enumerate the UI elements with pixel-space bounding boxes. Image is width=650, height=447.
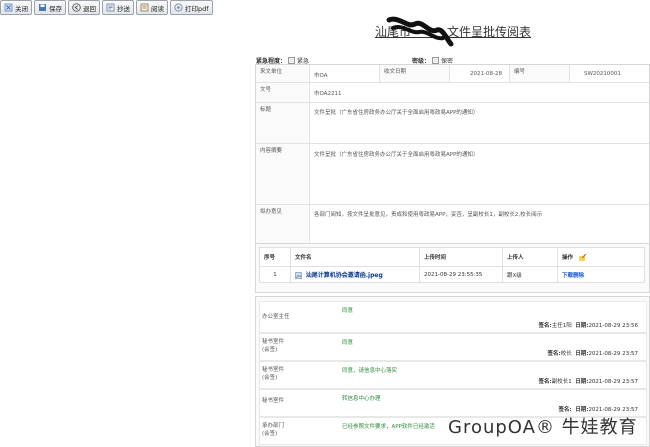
summary-value[interactable]: 文件呈批（广东省住房政务办公厅关于全面启用粤政易APP的通知） — [310, 144, 649, 204]
opinion-row: 秘书室件 (会签) 同意 签名:校长 日期:2021-08-29 23:57 — [259, 333, 647, 361]
form-row-summary: 内容摘要 文件呈批（广东省住房政务办公厅关于全面启用粤政易APP的通知） — [256, 144, 649, 205]
sign-label: 签名: — [538, 323, 552, 329]
save-button-label: 保存 — [49, 4, 62, 13]
save-button[interactable]: 保存 — [34, 0, 66, 15]
date-label: 收文日期 — [380, 65, 450, 82]
col-no: 序号 — [259, 247, 291, 267]
cc-icon — [106, 3, 115, 12]
col-filename: 文件名 — [290, 247, 420, 267]
opinion-signature: 签名:校长 日期:2021-08-29 23:57 — [548, 349, 638, 357]
number-value[interactable]: SW20210001 — [570, 65, 649, 82]
attachment-header-row: 序号 文件名 上传时间 上传人 操作 — [259, 247, 645, 267]
sign-label: 签名: — [547, 351, 561, 357]
subject-value[interactable]: 文件呈批（广东省住房政务办公厅关于全面启用粤政易APP的通知） — [310, 103, 649, 143]
sign-date: 2021-08-29 23:57 — [588, 351, 638, 357]
attachment-no: 1 — [259, 266, 291, 283]
opinion-text[interactable]: 已经参照文件要求，APP软件已经激活 — [342, 422, 435, 430]
urgent-checkbox[interactable] — [288, 57, 296, 64]
cc-button-label: 抄送 — [117, 4, 130, 13]
return-button-label: 退回 — [83, 4, 96, 13]
cc-button[interactable]: 抄送 — [102, 0, 134, 15]
opinion-text[interactable]: 转信息中心办理 — [342, 394, 381, 402]
col-uploader: 上传人 — [502, 247, 558, 267]
col-upload-time: 上传时间 — [419, 247, 503, 267]
attachment-file[interactable]: 汕尾计算机协会邀请函.jpeg — [290, 266, 420, 283]
edit-pencil-icon[interactable] — [578, 253, 587, 261]
number-label: 编号 — [510, 65, 570, 82]
opinion-text[interactable]: 同意 — [342, 338, 353, 346]
sign-label: 签名: — [538, 379, 552, 385]
back-icon — [72, 3, 81, 12]
form-row-source: 来文单位 市OA 收文日期 2021-08-28 编号 SW20210001 — [256, 65, 649, 83]
return-button[interactable]: 退回 — [68, 0, 100, 15]
table-row: 1 汕尾计算机协会邀请函.jpeg 2021-08-29 23:55:35 跟X… — [259, 266, 645, 283]
docno-label: 文号 — [256, 83, 310, 102]
from-value[interactable]: 市OA — [310, 65, 380, 82]
signer: 副校长1 — [551, 379, 572, 385]
redaction-scribble — [386, 16, 454, 47]
attachment-table: 序号 文件名 上传时间 上传人 操作 1 汕尾计算机协会邀请函.jpeg 202… — [259, 247, 645, 283]
date-label: 日期: — [575, 351, 589, 357]
docno-value[interactable]: 市OA2211 — [310, 83, 649, 102]
signer: 主任1阳 — [551, 323, 572, 329]
form-row-docno: 文号 市OA2211 — [256, 83, 649, 103]
date-label: 日期: — [575, 379, 589, 385]
sign-date: 2021-08-29 23:56 — [588, 323, 638, 329]
from-label: 来文单位 — [256, 65, 310, 82]
read-button[interactable]: 阅读 — [136, 0, 168, 15]
opinion-role: 秘书室件 — [262, 398, 285, 404]
form-row-proposal: 拟办意见 各部门阅知，按文件呈批意见，责成和使用粤政易APP，妥否，呈副校长1，… — [256, 205, 649, 246]
proposal-label: 拟办意见 — [256, 205, 310, 246]
attachment-time: 2021-08-29 23:55:35 — [419, 266, 503, 283]
attachment-uploader: 跟X级 — [502, 266, 558, 283]
close-doc-icon — [4, 3, 13, 12]
opinion-role: 秘书室件 (会签) — [262, 367, 285, 381]
print-pdf-button-label: 打印pdf — [185, 4, 209, 13]
close-button[interactable]: 关闭 — [0, 0, 32, 15]
read-icon — [140, 3, 149, 12]
download-delete-link[interactable]: 下载删除 — [557, 266, 645, 283]
opinion-role: 办公室主任 — [262, 314, 290, 320]
document-form: 来文单位 市OA 收文日期 2021-08-28 编号 SW20210001 文… — [255, 64, 650, 247]
print-pdf-button[interactable]: 打印pdf — [170, 0, 213, 15]
attachment-filename[interactable]: 汕尾计算机协会邀请函.jpeg — [306, 272, 383, 279]
print-icon — [174, 3, 183, 12]
opinion-signature: 签名:副校长1 日期:2021-08-29 23:57 — [539, 377, 638, 385]
summary-label: 内容摘要 — [256, 144, 310, 204]
date-value[interactable]: 2021-08-28 — [450, 65, 510, 82]
opinion-row: 办公室主任 同意 签名:主任1阳 日期:2021-08-29 23:56 — [259, 301, 647, 333]
col-operation: 操作 — [557, 247, 645, 267]
opinion-row: 秘书室件 (会签) 同意，请信息中心落实 签名:副校长1 日期:2021-08-… — [259, 361, 647, 389]
image-file-icon — [295, 272, 302, 279]
opinion-role: 承办部门 (会签) — [262, 423, 285, 437]
watermark-logo: GroupOA® 牛娃教育 — [448, 417, 638, 438]
attachment-section: 序号 文件名 上传时间 上传人 操作 1 汕尾计算机协会邀请函.jpeg 202… — [255, 243, 650, 293]
form-row-subject: 标题 文件呈批（广东省住房政务办公厅关于全面启用粤政易APP的通知） — [256, 103, 649, 144]
proposal-value[interactable]: 各部门阅知，按文件呈批意见，责成和使用粤政易APP，妥否，呈副校长1，副校长2,… — [310, 205, 649, 246]
subject-label: 标题 — [256, 103, 310, 143]
read-button-label: 阅读 — [151, 4, 164, 13]
close-button-label: 关闭 — [15, 4, 28, 13]
signer: 校长 — [560, 351, 572, 357]
secret-checkbox[interactable] — [432, 57, 440, 64]
opinion-signature: 签名: 日期:2021-08-29 23:57 — [559, 405, 638, 413]
col-operation-label: 操作 — [562, 255, 574, 261]
opinion-text[interactable]: 同意，请信息中心落实 — [342, 366, 397, 374]
date-label: 日期: — [575, 323, 589, 329]
opinion-text[interactable]: 同意 — [342, 306, 353, 314]
opinion-role: 秘书室件 (会签) — [262, 339, 285, 353]
opinion-signature: 签名:主任1阳 日期:2021-08-29 23:56 — [539, 321, 638, 329]
save-icon — [38, 3, 47, 12]
toolbar: 关闭 保存 退回 抄送 阅读 打印pdf — [0, 0, 213, 15]
sign-date: 2021-08-29 23:57 — [588, 379, 638, 385]
